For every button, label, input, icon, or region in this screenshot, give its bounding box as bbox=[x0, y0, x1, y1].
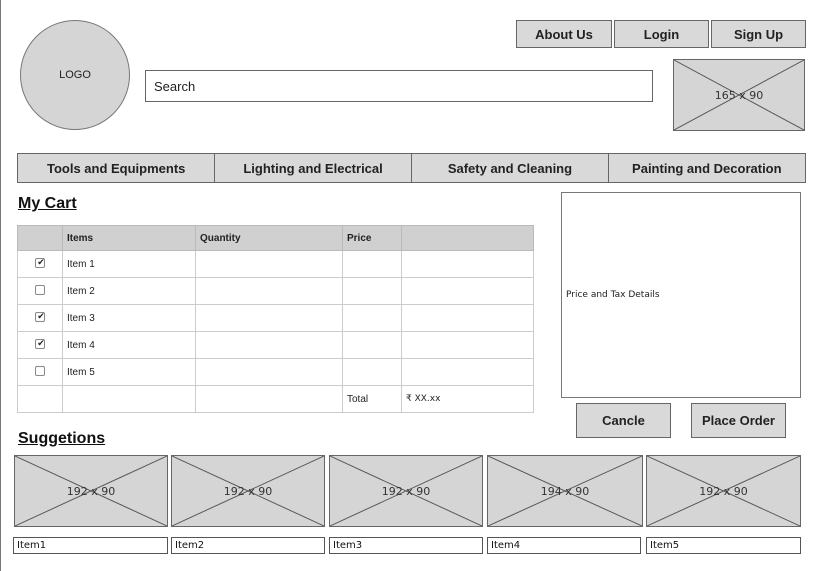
row-checkbox[interactable] bbox=[35, 284, 45, 295]
item-name: Item 3 bbox=[62, 304, 196, 332]
price-cell bbox=[342, 358, 402, 386]
total-empty-cell bbox=[195, 385, 343, 413]
row-checkbox[interactable] bbox=[35, 365, 45, 376]
logo[interactable]: LOGO bbox=[20, 20, 130, 130]
category-painting[interactable]: Painting and Decoration bbox=[607, 153, 806, 183]
price-tax-panel: Price and Tax Details bbox=[561, 192, 801, 398]
table-row: Item 3 bbox=[17, 304, 534, 332]
suggestion-image[interactable]: 194 x 90 bbox=[487, 455, 643, 527]
banner-image: 165 x 90 bbox=[673, 59, 805, 131]
price-cell bbox=[342, 304, 402, 332]
col-extra bbox=[401, 225, 534, 251]
row-checkbox[interactable] bbox=[35, 338, 46, 349]
price-cell bbox=[342, 250, 402, 278]
table-row: Item 1 bbox=[17, 250, 534, 278]
cart-header-row: Items Quantity Price bbox=[17, 225, 534, 251]
suggestion-image-size: 192 x 90 bbox=[223, 484, 273, 498]
total-empty-cell bbox=[62, 385, 196, 413]
suggestion-label[interactable]: Item5 bbox=[646, 537, 801, 554]
cart-table: Items Quantity Price Item 1 Item 2 Item … bbox=[17, 225, 534, 413]
col-price: Price bbox=[342, 225, 402, 251]
suggestion-label[interactable]: Item3 bbox=[329, 537, 483, 554]
search-input[interactable] bbox=[145, 70, 653, 102]
quantity-cell[interactable] bbox=[195, 358, 343, 386]
price-tax-text: Price and Tax Details bbox=[566, 290, 660, 300]
category-nav: Tools and Equipments Lighting and Electr… bbox=[17, 153, 806, 183]
extra-cell bbox=[401, 358, 534, 386]
quantity-cell[interactable] bbox=[195, 331, 343, 359]
quantity-cell[interactable] bbox=[195, 304, 343, 332]
extra-cell bbox=[401, 304, 534, 332]
logo-text: LOGO bbox=[59, 69, 91, 81]
sign-up-button[interactable]: Sign Up bbox=[711, 20, 806, 48]
suggestion-image-size: 192 x 90 bbox=[381, 484, 431, 498]
price-cell bbox=[342, 277, 402, 305]
col-items: Items bbox=[62, 225, 196, 251]
extra-cell bbox=[401, 277, 534, 305]
item-name: Item 2 bbox=[62, 277, 196, 305]
extra-cell bbox=[401, 250, 534, 278]
total-row: Total ₹ XX.xx bbox=[17, 385, 534, 413]
price-cell bbox=[342, 331, 402, 359]
category-safety[interactable]: Safety and Cleaning bbox=[410, 153, 610, 183]
about-us-button[interactable]: About Us bbox=[516, 20, 612, 48]
table-row: Item 4 bbox=[17, 331, 534, 359]
total-value: ₹ XX.xx bbox=[401, 385, 534, 413]
suggestion-image-size: 194 x 90 bbox=[540, 484, 590, 498]
item-name: Item 5 bbox=[62, 358, 196, 386]
suggestion-image[interactable]: 192 x 90 bbox=[646, 455, 801, 527]
suggestion-label[interactable]: Item1 bbox=[13, 537, 168, 554]
extra-cell bbox=[401, 331, 534, 359]
row-checkbox[interactable] bbox=[35, 257, 46, 268]
quantity-cell[interactable] bbox=[195, 250, 343, 278]
cancel-button[interactable]: Cancle bbox=[576, 403, 671, 438]
item-name: Item 1 bbox=[62, 250, 196, 278]
total-label: Total bbox=[342, 385, 402, 413]
quantity-cell[interactable] bbox=[195, 277, 343, 305]
total-empty-cell bbox=[17, 385, 63, 413]
suggestion-image[interactable]: 192 x 90 bbox=[171, 455, 325, 527]
suggestion-label[interactable]: Item4 bbox=[487, 537, 641, 554]
table-row: Item 5 bbox=[17, 358, 534, 386]
suggestion-image-size: 192 x 90 bbox=[66, 484, 116, 498]
place-order-button[interactable]: Place Order bbox=[691, 403, 786, 438]
row-checkbox[interactable] bbox=[35, 311, 46, 322]
col-quantity: Quantity bbox=[195, 225, 343, 251]
suggestion-image-size: 192 x 90 bbox=[699, 484, 748, 498]
item-name: Item 4 bbox=[62, 331, 196, 359]
suggestion-label[interactable]: Item2 bbox=[171, 537, 325, 554]
category-tools[interactable]: Tools and Equipments bbox=[17, 153, 216, 183]
login-button[interactable]: Login bbox=[614, 20, 709, 48]
cart-title: My Cart bbox=[18, 195, 77, 212]
suggestion-image[interactable]: 192 x 90 bbox=[329, 455, 483, 527]
suggestion-image[interactable]: 192 x 90 bbox=[14, 455, 168, 527]
suggestions-title: Suggetions bbox=[18, 430, 106, 447]
category-lighting[interactable]: Lighting and Electrical bbox=[213, 153, 413, 183]
col-select bbox=[17, 225, 63, 251]
table-row: Item 2 bbox=[17, 277, 534, 305]
banner-image-size: 165 x 90 bbox=[714, 88, 764, 102]
